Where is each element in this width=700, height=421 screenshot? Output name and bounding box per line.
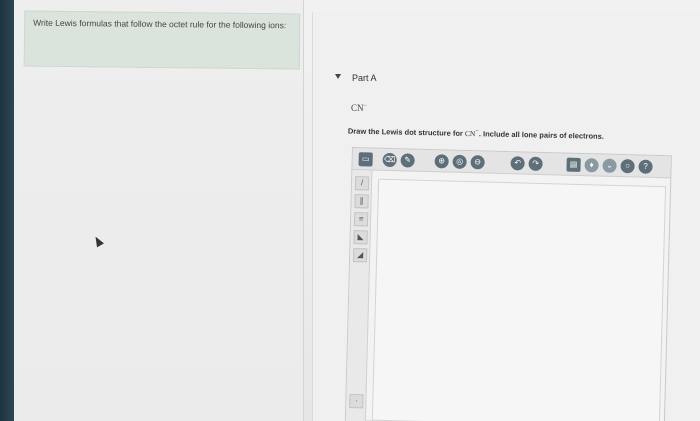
undo-icon[interactable]: ↶ [510,156,525,171]
redo-icon[interactable]: ↷ [528,156,543,171]
double-bond-icon[interactable]: ∥ [354,194,369,209]
lewis-structure-editor: ▭ ⌫ ✎ ⊕ ◎ ⊖ ↶ ↷ ▤ ♦ ⌄ ○ ? / ∥ ≡ ◣ ◢ · [344,147,672,421]
templates-icon[interactable]: ▤ [566,157,581,172]
help-icon[interactable]: ? [638,159,653,174]
bond-tools-palette: / ∥ ≡ ◣ ◢ · [345,170,373,421]
search-icon[interactable]: ○ [620,159,635,174]
triple-bond-icon[interactable]: ≡ [353,212,369,227]
eraser-icon[interactable]: ⌫ [382,152,397,168]
ion-formula-text: CN [351,103,364,113]
zoom-out-icon[interactable]: ⊖ [470,155,485,170]
part-title[interactable]: Part A [352,73,377,83]
info-icon[interactable]: ♦ [584,158,599,173]
collapse-triangle-icon[interactable] [335,74,341,79]
ion-formula: CN− [351,103,367,113]
window-edge [0,0,14,421]
wedge-bond-icon[interactable]: ◣ [353,230,368,245]
screen: Write Lewis formulas that follow the oct… [0,0,700,421]
intro-text: Write Lewis formulas that follow the oct… [33,17,287,31]
select-tool-icon[interactable]: ▭ [358,152,373,167]
zoom-in-icon[interactable]: ⊕ [434,154,449,169]
instruction-ion: CN [464,128,476,139]
zoom-reset-icon[interactable]: ◎ [452,154,467,170]
ion-charge: − [363,103,367,109]
single-bond-icon[interactable]: / [354,176,370,191]
hash-bond-icon[interactable]: ◢ [352,248,368,263]
drawing-canvas[interactable] [371,178,667,421]
pencil-icon[interactable]: ✎ [400,153,415,168]
intro-box: Write Lewis formulas that follow the oct… [23,10,301,70]
lone-pair-icon[interactable]: · [349,394,364,409]
dropdown-chevron-icon[interactable]: ⌄ [602,158,617,173]
